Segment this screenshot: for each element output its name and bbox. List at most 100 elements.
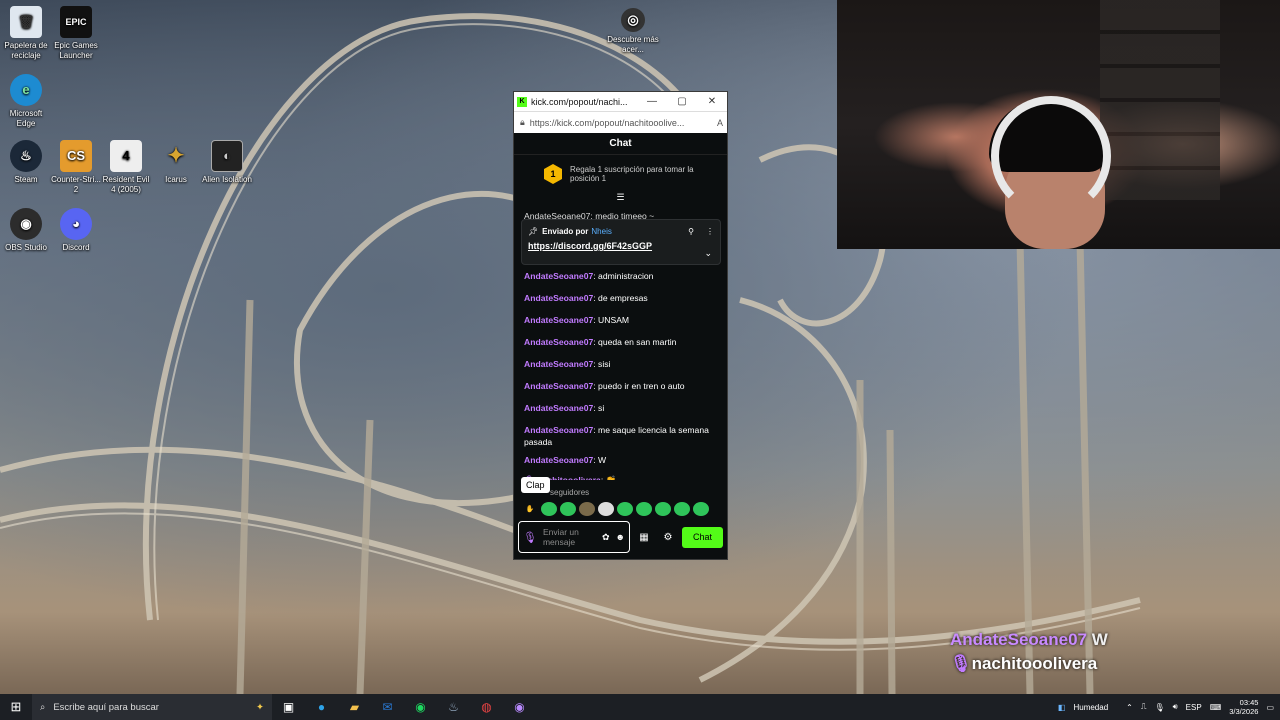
message-username[interactable]: AndateSeoane07 <box>524 455 593 465</box>
message-username[interactable]: AndateSeoane07 <box>524 337 593 347</box>
obs-studio-shortcut[interactable]: ◉ OBS Studio <box>0 208 52 253</box>
edge-taskbar-icon[interactable]: ● <box>305 700 338 714</box>
spotify-icon[interactable]: ◉ <box>404 700 437 714</box>
shortcut-label: Counter-Stri... 2 <box>51 175 101 194</box>
message-username[interactable]: AndateSeoane07 <box>524 293 593 303</box>
message-text: queda en san martin <box>598 337 677 347</box>
settings-gear-icon[interactable]: ⚙ <box>658 532 678 543</box>
chevron-down-icon[interactable]: ⌄ <box>704 248 712 259</box>
weather-icon[interactable]: ◧ <box>1058 703 1066 712</box>
task-view-icon[interactable]: ▣ <box>272 700 305 714</box>
language-indicator[interactable]: ESP <box>1186 703 1202 712</box>
lock-icon: 🔒︎ <box>520 117 525 127</box>
minimize-button[interactable]: — <box>637 96 667 107</box>
emote-quick-bar: ✋ <box>522 502 709 516</box>
message-username[interactable]: AndateSeoane07 <box>524 271 593 281</box>
chat-messages: AndateSeoane07: administracion AndateSeo… <box>514 270 727 480</box>
taskbar-search[interactable]: ⌕ Escribe aquí para buscar ✦ <box>32 694 272 720</box>
message-text: administracion <box>598 271 654 281</box>
store-icon[interactable]: ▦ <box>634 532 654 543</box>
network-icon[interactable]: ⎍ <box>1141 702 1147 712</box>
epic-games-shortcut[interactable]: EPIC Epic Games Launcher <box>50 6 102 61</box>
edge-shortcut[interactable]: e Microsoft Edge <box>0 74 52 129</box>
pinned-message: 📌︎ Enviado por Nheis ⚲ ⋮ https://discord.… <box>521 219 721 265</box>
emote-icon[interactable] <box>579 502 595 516</box>
chat-popup-window: K kick.com/popout/nachi... — ▢ ✕ 🔒︎ http… <box>513 91 728 560</box>
emote-picker-icon[interactable]: ✿ <box>602 532 610 543</box>
clock-date: 3/3/2026 <box>1229 707 1259 716</box>
counter-strike-shortcut[interactable]: CS Counter-Stri... 2 <box>50 140 102 195</box>
microphone-icon[interactable]: 🎙︎ <box>523 531 537 544</box>
steam-icon: ♨ <box>10 140 42 172</box>
emote-clap-icon[interactable]: ✋ <box>522 502 538 516</box>
search-icon: ⌕ <box>40 701 46 713</box>
webcam-feed <box>837 0 1280 249</box>
message-username[interactable]: AndateSeoane07 <box>524 403 593 413</box>
pinned-sender[interactable]: Nheis <box>591 227 611 236</box>
maximize-button[interactable]: ▢ <box>667 96 697 107</box>
message-text: W <box>598 455 607 465</box>
chat-message: AndateSeoane07: queda en san martin <box>524 337 677 347</box>
message-text: UNSAM <box>598 315 630 325</box>
send-chat-button[interactable]: Chat <box>682 526 723 548</box>
resident-evil-shortcut[interactable]: 4 Resident Evil 4 (2005) <box>100 140 152 195</box>
gift-sub-banner[interactable]: 1 Regala 1 suscripción para tomar la pos… <box>514 155 727 193</box>
address-url: https://kick.com/popout/nachitooolive... <box>529 117 685 128</box>
followers-mode-note: seguidores <box>550 488 590 497</box>
emote-icon[interactable] <box>693 502 709 516</box>
message-username[interactable]: AndateSeoane07 <box>524 425 593 435</box>
chat-message: AndateSeoane07: si <box>524 403 605 413</box>
emoji-icon[interactable]: ☻ <box>616 532 625 542</box>
chrome-icon[interactable]: ◍ <box>470 700 503 714</box>
emote-icon[interactable] <box>541 502 557 516</box>
chat-message: AndateSeoane07: W <box>524 455 607 465</box>
steam-taskbar-icon[interactable]: ♨ <box>437 700 470 714</box>
more-options-icon[interactable]: ⋮ <box>706 227 714 236</box>
tray-chevron-icon[interactable]: ⌃ <box>1126 703 1133 712</box>
collapse-banner-icon[interactable]: ☰ <box>514 193 727 202</box>
mic-tray-icon[interactable]: 🎙︎ <box>1154 703 1164 712</box>
emote-icon[interactable] <box>598 502 614 516</box>
close-button[interactable]: ✕ <box>697 96 727 107</box>
volume-icon[interactable]: 🔊︎ <box>1173 702 1178 712</box>
steam-shortcut[interactable]: ♨ Steam <box>0 140 52 185</box>
taskbar-clock[interactable]: 03:45 3/3/2026 <box>1229 698 1258 716</box>
shortcut-label: Alien Isolation <box>202 175 252 184</box>
emote-icon[interactable] <box>674 502 690 516</box>
shortcut-label: Microsoft Edge <box>9 109 43 128</box>
discover-shortcut[interactable]: ◎ Descubre más acer... <box>607 8 659 55</box>
message-text: puedo ir en tren o auto <box>598 381 685 391</box>
message-input[interactable]: 🎙︎ Enviar un mensaje ✿ ☻ <box>518 521 630 553</box>
alien-isolation-shortcut[interactable]: ◐ Alien Isolation <box>201 140 253 185</box>
keyboard-icon[interactable]: ⌨ <box>1210 703 1222 712</box>
message-username[interactable]: AndateSeoane07 <box>524 359 593 369</box>
message-username[interactable]: AndateSeoane07 <box>524 381 593 391</box>
pin-icon: 📌︎ <box>528 226 539 236</box>
shortcut-label: Steam <box>14 175 38 184</box>
discord-shortcut[interactable]: ◕ Discord <box>50 208 102 253</box>
notification-icon[interactable]: ▭ <box>1266 703 1274 712</box>
gift-sub-text: Regala 1 suscripción para tomar la posic… <box>570 165 694 183</box>
window-title: kick.com/popout/nachi... <box>531 96 628 107</box>
emote-icon[interactable] <box>560 502 576 516</box>
emote-icon[interactable] <box>617 502 633 516</box>
start-button-icon[interactable]: ⊞ <box>0 699 32 715</box>
discord-icon: ◕ <box>60 208 92 240</box>
file-explorer-icon[interactable]: ▰ <box>338 700 371 714</box>
emote-icon[interactable] <box>636 502 652 516</box>
emote-icon[interactable] <box>655 502 671 516</box>
unpin-icon[interactable]: ⚲ <box>688 227 694 236</box>
read-aloud-icon[interactable]: A <box>717 118 723 128</box>
pinned-discord-link[interactable]: https://discord.gg/6F42sGGP <box>528 241 714 251</box>
weather-label[interactable]: Humedad <box>1073 703 1108 712</box>
shortcut-label: Papelera de reciclaje <box>4 41 48 60</box>
address-bar[interactable]: 🔒︎ https://kick.com/popout/nachitooolive… <box>514 111 727 133</box>
search-placeholder: Escribe aquí para buscar <box>53 701 159 713</box>
chat-message: AndateSeoane07: me saque licencia la sem… <box>524 425 709 447</box>
icarus-shortcut[interactable]: ✦ Icarus <box>150 140 202 185</box>
outlook-icon[interactable]: ✉ <box>371 700 404 714</box>
alien-isolation-icon: ◐ <box>211 140 243 172</box>
message-username[interactable]: AndateSeoane07 <box>524 315 593 325</box>
obs-taskbar-icon[interactable]: ◉ <box>503 700 536 714</box>
recycle-bin-shortcut[interactable]: 🗑 Papelera de reciclaje <box>0 6 52 61</box>
